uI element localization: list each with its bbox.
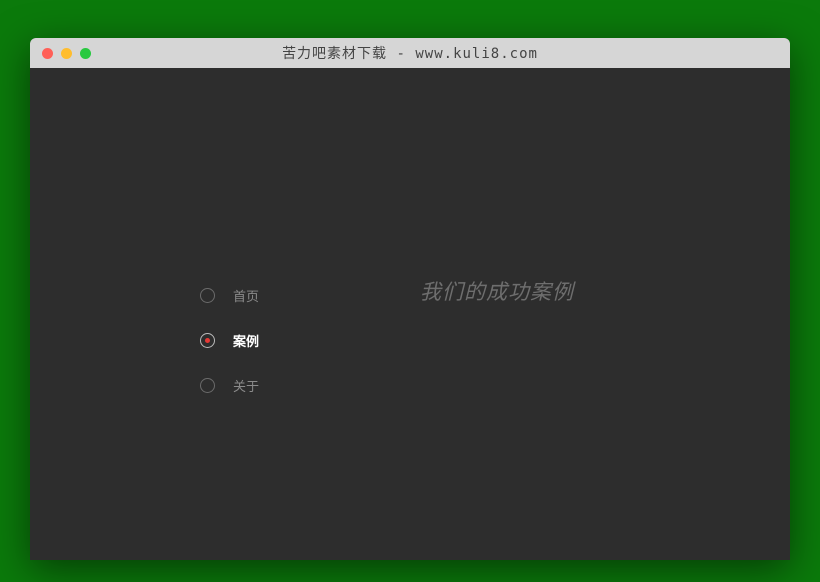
nav-label: 案例 — [233, 331, 259, 350]
nav-item-about[interactable]: 关于 — [200, 376, 259, 395]
close-icon[interactable] — [42, 48, 53, 59]
window-title: 苦力吧素材下载 - www.kuli8.com — [30, 43, 790, 63]
nav-label: 关于 — [233, 376, 259, 395]
radio-icon — [200, 333, 215, 348]
nav-item-home[interactable]: 首页 — [200, 286, 259, 305]
radio-icon — [200, 288, 215, 303]
page-heading: 我们的成功案例 — [420, 276, 574, 306]
side-nav: 首页 案例 关于 — [200, 286, 259, 395]
nav-item-cases[interactable]: 案例 — [200, 331, 259, 350]
radio-icon — [200, 378, 215, 393]
app-window: 苦力吧素材下载 - www.kuli8.com 首页 案例 关于 我们的成功案例 — [30, 38, 790, 560]
nav-label: 首页 — [233, 286, 259, 305]
traffic-lights — [30, 48, 91, 59]
content-area: 首页 案例 关于 我们的成功案例 — [30, 68, 790, 560]
minimize-icon[interactable] — [61, 48, 72, 59]
maximize-icon[interactable] — [80, 48, 91, 59]
titlebar: 苦力吧素材下载 - www.kuli8.com — [30, 38, 790, 68]
